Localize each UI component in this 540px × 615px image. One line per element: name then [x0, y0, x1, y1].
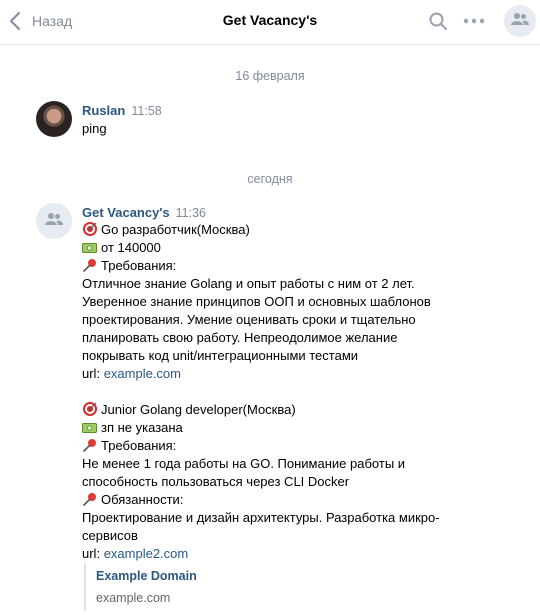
- group-icon: [511, 12, 529, 31]
- back-label: Назад: [32, 13, 73, 29]
- message-header: Get Vacancy's 11:36: [82, 205, 206, 221]
- url-label: url:: [82, 546, 101, 561]
- link-preview-url: example.com: [96, 591, 171, 605]
- chat-header: Назад Get Vacancy's: [0, 0, 540, 45]
- vacancy-link[interactable]: example.com: [104, 366, 181, 381]
- message-header: Ruslan 11:58: [82, 103, 162, 119]
- message-line: Обязанности:: [82, 491, 522, 509]
- message-line: ping: [82, 121, 107, 136]
- more-icon[interactable]: [463, 10, 485, 32]
- message-line: способность пользоваться через CLI Docke…: [82, 474, 350, 489]
- message-line: покрывать код unit/интеграционными теста…: [82, 348, 359, 363]
- message-line: Junior Golang developer(Москва): [82, 401, 522, 419]
- date-separator: сегодня: [247, 172, 293, 186]
- message-line: Уверенное знание принципов ООП и основны…: [82, 294, 431, 309]
- search-icon[interactable]: [427, 10, 449, 32]
- message-line: от 140000: [82, 239, 522, 257]
- message-text: Go разработчик(Москва) от 140000 Требова…: [82, 221, 522, 563]
- message-line: проектирования. Умение оценивать сроки и…: [82, 312, 416, 327]
- message-line: Go разработчик(Москва): [82, 221, 522, 239]
- message-time: 11:58: [131, 104, 162, 118]
- message-line: Требования:: [82, 437, 522, 455]
- message-line: сервисов: [82, 528, 138, 543]
- message-line: планировать свою работу. Непреодолимое ж…: [82, 330, 398, 345]
- chat-title: Get Vacancy's: [222, 12, 318, 28]
- chevron-left-icon: [8, 11, 22, 31]
- vacancy-link[interactable]: example2.com: [104, 546, 189, 561]
- message-line: Не менее 1 года работы на GO. Понимание …: [82, 456, 406, 471]
- group-icon: [45, 212, 63, 231]
- url-line: url: example.com: [82, 365, 522, 383]
- url-line: url: example2.com: [82, 545, 522, 563]
- message-line: Проектирование и дизайн архитектуры. Раз…: [82, 510, 440, 525]
- message-line: Отличное знание Golang и опыт работы с н…: [82, 276, 415, 291]
- author-name[interactable]: Ruslan: [82, 103, 125, 118]
- message-line: Требования:: [82, 257, 522, 275]
- message-line: зп не указана: [82, 419, 522, 437]
- url-label: url:: [82, 366, 101, 381]
- message-text: ping: [82, 120, 522, 138]
- link-preview[interactable]: Example Domain example.com: [84, 563, 506, 611]
- avatar[interactable]: [36, 101, 72, 137]
- link-preview-title[interactable]: Example Domain: [96, 569, 197, 583]
- date-separator: 16 февраля: [235, 69, 305, 83]
- chat-avatar[interactable]: [504, 5, 536, 37]
- avatar[interactable]: [36, 203, 72, 239]
- message-time: 11:36: [175, 206, 207, 220]
- author-name[interactable]: Get Vacancy's: [82, 205, 170, 220]
- back-button[interactable]: Назад: [8, 8, 72, 34]
